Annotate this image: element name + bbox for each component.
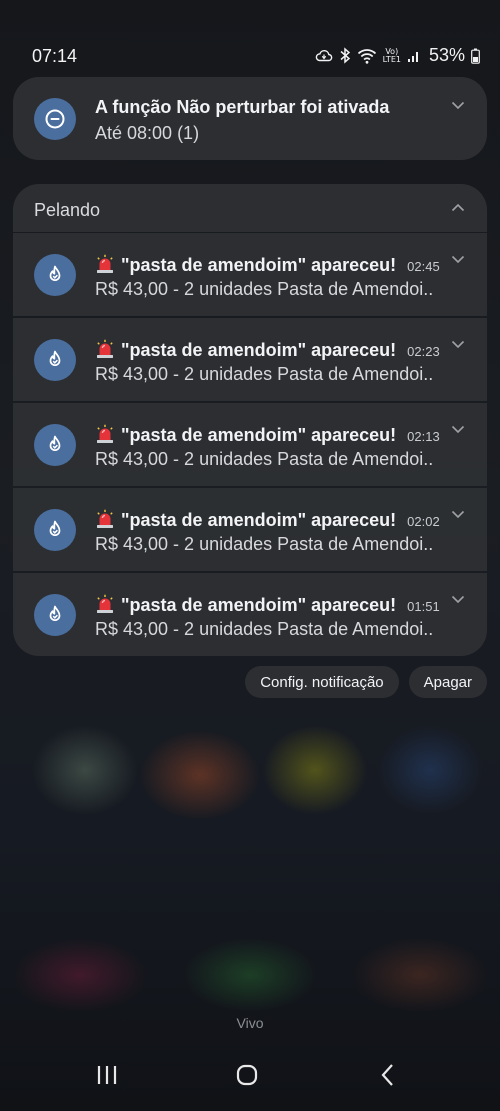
chevron-down-icon[interactable] bbox=[451, 255, 465, 264]
chevron-down-icon[interactable] bbox=[451, 595, 465, 604]
notification-title: "pasta de amendoim" apareceu! bbox=[121, 510, 397, 530]
notification-title-row: "pasta de amendoim" apareceu! 02:02 bbox=[95, 506, 440, 531]
notification-item[interactable]: "pasta de amendoim" apareceu! 01:51 R$ 4… bbox=[13, 573, 487, 656]
recents-icon[interactable] bbox=[82, 1059, 132, 1091]
notification-item[interactable]: "pasta de amendoim" apareceu! 02:45 R$ 4… bbox=[13, 233, 487, 316]
cloud-sync-icon bbox=[315, 48, 333, 64]
battery-icon bbox=[471, 48, 480, 64]
notification-title-row: "pasta de amendoim" apareceu! 02:45 bbox=[95, 251, 440, 276]
group-app-name: Pelando bbox=[34, 200, 101, 220]
carrier-label: Vivo bbox=[236, 1015, 264, 1031]
siren-icon bbox=[95, 339, 115, 364]
notification-group-header[interactable]: Pelando bbox=[13, 184, 487, 232]
notification-title-row: "pasta de amendoim" apareceu! 02:23 bbox=[95, 336, 440, 361]
chevron-down-icon[interactable] bbox=[451, 340, 465, 349]
back-icon[interactable] bbox=[363, 1059, 413, 1091]
chevron-up-icon[interactable] bbox=[451, 203, 465, 212]
notification-title: "pasta de amendoim" apareceu! bbox=[121, 595, 397, 615]
notification-body: R$ 43,00 - 2 unidades Pasta de Amendoi.. bbox=[95, 619, 434, 639]
notification-time: 02:23 bbox=[407, 344, 440, 359]
notification-body: R$ 43,00 - 2 unidades Pasta de Amendoi.. bbox=[95, 364, 434, 384]
pelando-flame-icon bbox=[34, 509, 76, 551]
notification-title: "pasta de amendoim" apareceu! bbox=[121, 255, 397, 275]
chevron-down-icon[interactable] bbox=[451, 510, 465, 519]
notification-body: R$ 43,00 - 2 unidades Pasta de Amendoi.. bbox=[95, 279, 434, 299]
notification-actions: Config. notificação Apagar bbox=[245, 666, 487, 698]
siren-icon bbox=[95, 254, 115, 279]
bluetooth-icon bbox=[339, 47, 351, 64]
do-not-disturb-icon bbox=[34, 98, 76, 140]
dnd-notification[interactable]: A função Não perturbar foi ativada Até 0… bbox=[13, 77, 487, 160]
notification-body: R$ 43,00 - 2 unidades Pasta de Amendoi.. bbox=[95, 449, 434, 469]
notification-item[interactable]: "pasta de amendoim" apareceu! 02:23 R$ 4… bbox=[13, 318, 487, 401]
wifi-icon bbox=[357, 48, 377, 64]
notification-item[interactable]: "pasta de amendoim" apareceu! 02:13 R$ 4… bbox=[13, 403, 487, 486]
notification-time: 01:51 bbox=[407, 599, 440, 614]
notification-body: R$ 43,00 - 2 unidades Pasta de Amendoi.. bbox=[95, 534, 434, 554]
notification-title: "pasta de amendoim" apareceu! bbox=[121, 340, 397, 360]
pelando-flame-icon bbox=[34, 339, 76, 381]
chevron-down-icon[interactable] bbox=[451, 101, 465, 110]
notification-time: 02:13 bbox=[407, 429, 440, 444]
chevron-down-icon[interactable] bbox=[451, 425, 465, 434]
siren-icon bbox=[95, 424, 115, 449]
notification-time: 02:45 bbox=[407, 259, 440, 274]
dnd-subtitle: Até 08:00 (1) bbox=[95, 123, 200, 143]
notification-list: "pasta de amendoim" apareceu! 02:45 R$ 4… bbox=[13, 233, 487, 656]
clock: 07:14 bbox=[32, 46, 78, 66]
status-bar: 07:14 Vo) LTE1 53% bbox=[0, 0, 500, 80]
status-icons: Vo) LTE1 53% bbox=[315, 45, 480, 66]
volte-icon: Vo) LTE1 bbox=[382, 47, 401, 64]
notification-settings-button[interactable]: Config. notificação bbox=[245, 666, 399, 698]
battery-percent: 53% bbox=[428, 45, 465, 65]
notification-title-row: "pasta de amendoim" apareceu! 02:13 bbox=[95, 421, 440, 446]
pelando-flame-icon bbox=[34, 254, 76, 296]
notification-time: 02:02 bbox=[407, 514, 440, 529]
notification-title-row: "pasta de amendoim" apareceu! 01:51 bbox=[95, 591, 440, 616]
dnd-title: A função Não perturbar foi ativada bbox=[95, 97, 390, 117]
clear-all-button[interactable]: Apagar bbox=[408, 666, 487, 698]
navigation-bar bbox=[0, 1045, 500, 1111]
home-icon[interactable] bbox=[222, 1059, 272, 1091]
volte-label-bottom: LTE1 bbox=[382, 54, 401, 64]
siren-icon bbox=[95, 509, 115, 534]
pelando-flame-icon bbox=[34, 424, 76, 466]
notification-title: "pasta de amendoim" apareceu! bbox=[121, 425, 397, 445]
notification-item[interactable]: "pasta de amendoim" apareceu! 02:02 R$ 4… bbox=[13, 488, 487, 571]
pelando-flame-icon bbox=[34, 594, 76, 636]
siren-icon bbox=[95, 594, 115, 619]
signal-icon bbox=[407, 49, 421, 63]
